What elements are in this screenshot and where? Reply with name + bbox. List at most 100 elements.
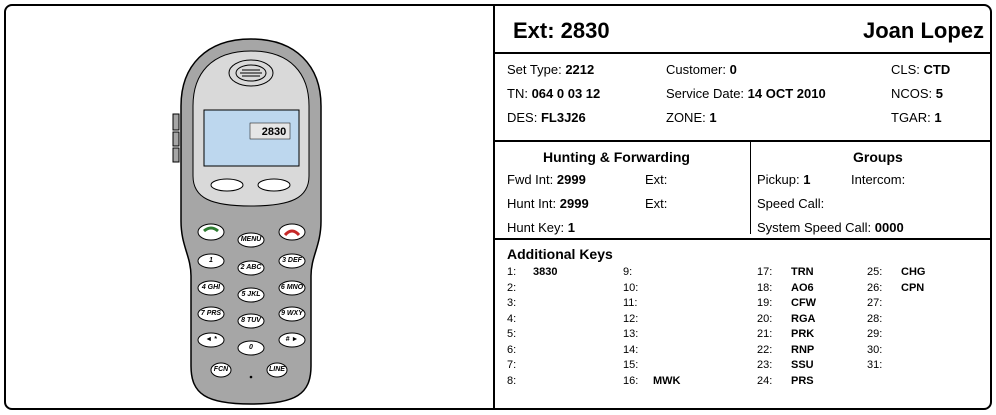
additional-key-row: 11: bbox=[623, 297, 653, 310]
additional-key-row: 25: CHG bbox=[867, 266, 925, 279]
additional-key-number: 26: bbox=[867, 281, 883, 294]
additional-key-row: 28: bbox=[867, 313, 901, 326]
additional-key-number: 15: bbox=[623, 359, 639, 371]
additional-key-value: SSU bbox=[791, 359, 814, 371]
hunting-forwarding-title: Hunting & Forwarding bbox=[543, 149, 690, 165]
additional-key-number: 1: bbox=[507, 266, 517, 278]
additional-key-row: 19: CFW bbox=[757, 297, 816, 310]
additional-key-row: 13: bbox=[623, 328, 653, 341]
des-field: DES: FL3J26 bbox=[507, 110, 586, 125]
hunt-ext-field: Ext: bbox=[645, 196, 668, 211]
hunt-int-field: Hunt Int: 2999 bbox=[507, 196, 589, 211]
key-2[interactable]: 2 ABC bbox=[236, 264, 266, 272]
tgar-field: TGAR: 1 bbox=[891, 110, 942, 125]
additional-key-number: 16: bbox=[623, 374, 639, 387]
cls-field: CLS: CTD bbox=[891, 62, 951, 77]
additional-key-number: 31: bbox=[867, 359, 883, 371]
ncos-field: NCOS: 5 bbox=[891, 86, 944, 101]
user-name: Joan Lopez bbox=[862, 18, 984, 43]
tn-field: TN: 064 0 03 12 bbox=[507, 86, 601, 101]
additional-key-number: 2: bbox=[507, 281, 517, 294]
additional-key-value: CPN bbox=[901, 281, 925, 294]
key-3[interactable]: 3 DEF bbox=[277, 257, 307, 265]
key-8[interactable]: 8 TUV bbox=[236, 317, 266, 325]
phone-panel: 2830 MENU 1 2 ABC 3 DEF 4 GHI 5 JKL 6 MN… bbox=[6, 6, 493, 408]
key-5[interactable]: 5 JKL bbox=[236, 291, 266, 299]
additional-key-row: 7: bbox=[507, 359, 533, 372]
additional-key-value: RNP bbox=[791, 343, 815, 356]
key-7[interactable]: 7 PRS bbox=[196, 310, 226, 318]
additional-keys-section: Additional Keys 1: 3830 2: 3: 4: 5: 6: 7: 8: 9: 10… bbox=[495, 240, 992, 410]
additional-key-row: 5: bbox=[507, 328, 533, 341]
additional-key-row: 29: bbox=[867, 328, 901, 341]
additional-keys-title: Additional Keys bbox=[507, 246, 613, 262]
additional-key-row: 3: bbox=[507, 297, 533, 310]
pickup-field: Pickup: 1 bbox=[757, 172, 811, 187]
additional-key-number: 27: bbox=[867, 297, 883, 309]
main-frame: 2830 MENU 1 2 ABC 3 DEF 4 GHI 5 JKL 6 MN… bbox=[4, 4, 992, 410]
additional-key-row: 27: bbox=[867, 297, 901, 310]
key-star[interactable]: ◄ * bbox=[196, 336, 226, 344]
additional-key-number: 13: bbox=[623, 328, 639, 340]
additional-key-number: 10: bbox=[623, 281, 639, 294]
menu-key[interactable]: MENU bbox=[236, 236, 266, 244]
extension-info-panel: Ext: 2830 Joan Lopez Set Type: 2212 Cust… bbox=[495, 6, 992, 408]
additional-key-number: 25: bbox=[867, 266, 883, 278]
additional-key-row: 2: bbox=[507, 282, 533, 295]
additional-key-row: 18: AO6 bbox=[757, 282, 814, 295]
key-4[interactable]: 4 GHI bbox=[196, 284, 226, 292]
additional-key-row: 23: SSU bbox=[757, 359, 814, 372]
additional-key-number: 17: bbox=[757, 266, 773, 278]
intercom-field: Intercom: bbox=[851, 172, 906, 187]
line-key[interactable]: LINE bbox=[262, 366, 292, 374]
key-9[interactable]: 9 WXY bbox=[277, 310, 307, 318]
customer-field: Customer: 0 bbox=[666, 62, 737, 77]
additional-key-row: 24: PRS bbox=[757, 375, 814, 388]
additional-key-row: 12: bbox=[623, 313, 653, 326]
additional-key-row: 1: 3830 bbox=[507, 266, 557, 279]
additional-key-number: 6: bbox=[507, 343, 517, 356]
additional-key-row: 10: bbox=[623, 282, 653, 295]
zone-field: ZONE: 1 bbox=[666, 110, 717, 125]
section-divider bbox=[750, 142, 751, 234]
additional-key-row: 4: bbox=[507, 313, 533, 326]
additional-key-row: 22: RNP bbox=[757, 344, 814, 357]
additional-key-row: 6: bbox=[507, 344, 533, 357]
additional-key-row: 15: bbox=[623, 359, 653, 372]
system-speed-call-field: System Speed Call: 0000 bbox=[757, 220, 904, 235]
additional-key-number: 18: bbox=[757, 281, 773, 294]
additional-key-row: 30: bbox=[867, 344, 901, 357]
service-date-field: Service Date: 14 OCT 2010 bbox=[666, 86, 826, 101]
additional-key-value: TRN bbox=[791, 266, 814, 278]
additional-key-number: 3: bbox=[507, 297, 517, 309]
phone-screen-display: 2830 bbox=[261, 126, 287, 138]
additional-key-row: 26: CPN bbox=[867, 282, 924, 295]
hunting-groups-section: Hunting & Forwarding Fwd Int: 2999 Ext: … bbox=[495, 142, 992, 240]
key-1[interactable]: 1 bbox=[196, 257, 226, 265]
additional-key-value: PRK bbox=[791, 328, 815, 340]
additional-key-value: 3830 bbox=[533, 266, 558, 278]
set-details-section: Set Type: 2212 Customer: 0 CLS: CTD TN: … bbox=[495, 54, 992, 142]
key-0[interactable]: 0 bbox=[236, 344, 266, 352]
key-hash[interactable]: # ► bbox=[277, 336, 307, 344]
additional-key-number: 20: bbox=[757, 312, 773, 325]
additional-key-number: 24: bbox=[757, 374, 773, 387]
additional-key-number: 28: bbox=[867, 312, 883, 325]
key-6[interactable]: 6 MNO bbox=[277, 284, 307, 292]
additional-key-value: AO6 bbox=[791, 281, 814, 294]
additional-key-value: PRS bbox=[791, 374, 814, 387]
additional-key-number: 19: bbox=[757, 297, 773, 309]
additional-key-row: 8: bbox=[507, 375, 533, 388]
fcn-key[interactable]: FCN bbox=[206, 366, 236, 374]
additional-key-number: 12: bbox=[623, 312, 639, 325]
additional-key-row: 31: bbox=[867, 359, 901, 372]
additional-key-number: 8: bbox=[507, 374, 517, 387]
groups-title: Groups bbox=[853, 149, 903, 165]
additional-key-number: 23: bbox=[757, 359, 773, 371]
additional-key-number: 9: bbox=[623, 266, 633, 278]
additional-key-number: 4: bbox=[507, 312, 517, 325]
additional-key-value: CFW bbox=[791, 297, 817, 309]
additional-key-value: MWK bbox=[653, 374, 681, 387]
extension-header: Ext: 2830 Joan Lopez bbox=[495, 6, 992, 54]
additional-key-number: 14: bbox=[623, 343, 639, 356]
